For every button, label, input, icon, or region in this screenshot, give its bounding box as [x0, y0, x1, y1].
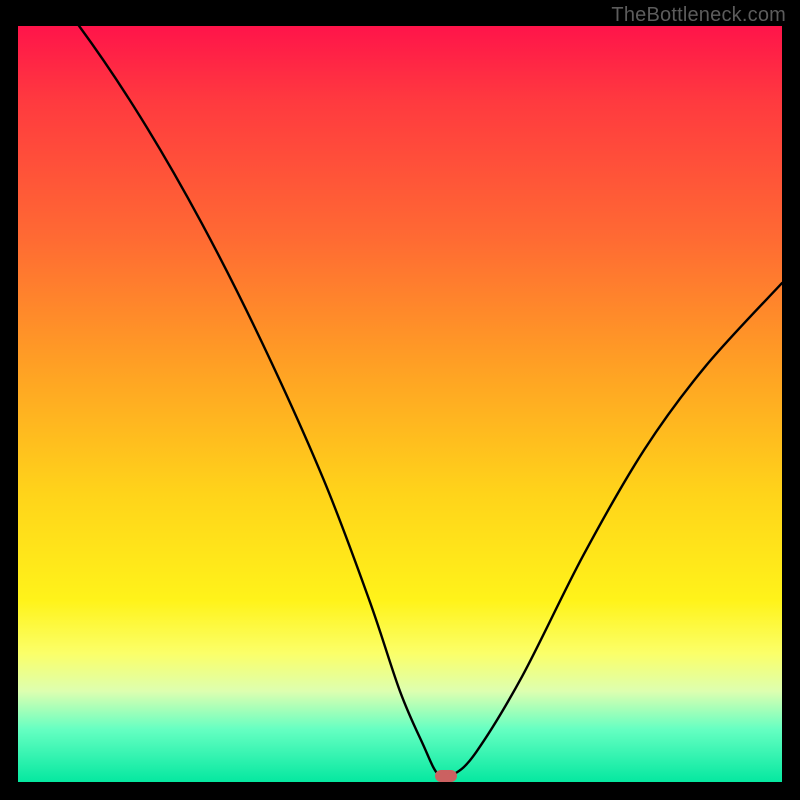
- optimum-marker: [435, 770, 457, 782]
- bottleneck-curve-path: [18, 26, 782, 778]
- watermark-text: TheBottleneck.com: [611, 4, 786, 27]
- chart-container: TheBottleneck.com: [0, 0, 800, 800]
- plot-area: [18, 26, 782, 782]
- curve-svg: [18, 26, 782, 782]
